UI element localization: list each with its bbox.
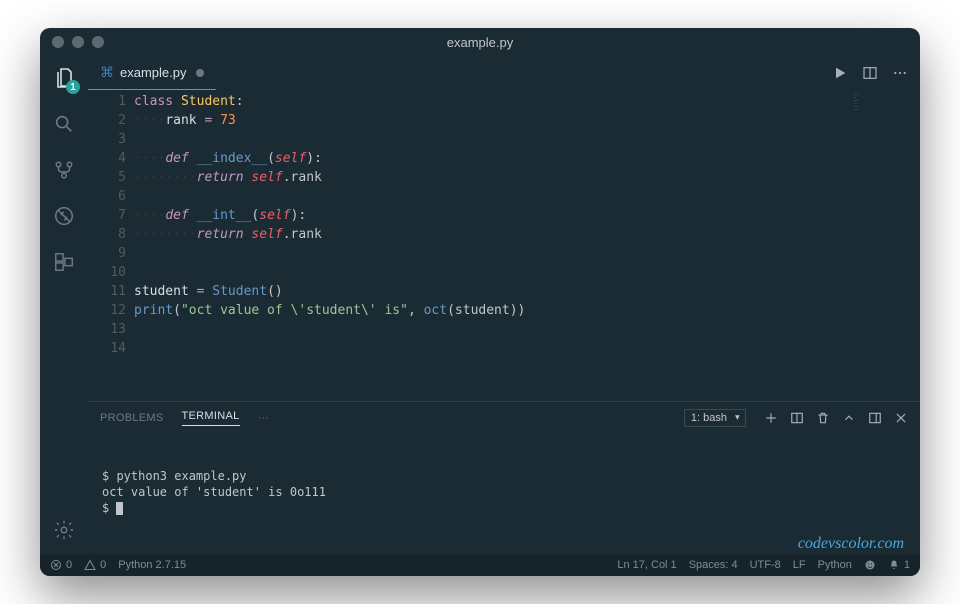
- status-encoding[interactable]: UTF-8: [750, 559, 781, 571]
- chevron-up-icon[interactable]: [842, 411, 856, 425]
- status-indentation[interactable]: Spaces: 4: [689, 559, 738, 571]
- status-feedback-icon[interactable]: [864, 559, 876, 571]
- minimap[interactable]: ▬▬▬▬▬▬▬▬▬▬▬▬▬▬▬▬▬▬▬▬▬▬▬▬: [854, 94, 914, 134]
- code-editor[interactable]: 1234567891011121314 class Student:····ra…: [88, 90, 920, 401]
- settings-gear-icon[interactable]: [50, 516, 78, 544]
- status-cursor-position[interactable]: Ln 17, Col 1: [617, 559, 676, 571]
- window-controls[interactable]: [52, 36, 104, 48]
- explorer-icon[interactable]: 1: [50, 64, 78, 92]
- terminal-selector[interactable]: 1: bash: [684, 409, 746, 427]
- python-file-icon: ⌘: [100, 64, 114, 81]
- watermark: codevscolor.com: [798, 536, 904, 552]
- status-warnings[interactable]: 0: [84, 559, 106, 571]
- activity-bar: 1: [40, 56, 88, 554]
- bottom-panel: PROBLEMS TERMINAL ··· 1: bash $: [88, 401, 920, 554]
- tab-example-py[interactable]: ⌘ example.py: [88, 56, 216, 90]
- run-icon[interactable]: [832, 65, 848, 81]
- search-icon[interactable]: [50, 110, 78, 138]
- status-notifications[interactable]: 1: [888, 559, 910, 571]
- minimize-dot[interactable]: [72, 36, 84, 48]
- tab-bar: ⌘ example.py: [88, 56, 920, 90]
- explorer-badge: 1: [66, 80, 80, 94]
- titlebar: example.py: [40, 28, 920, 56]
- split-editor-icon[interactable]: [862, 65, 878, 81]
- status-errors[interactable]: 0: [50, 559, 72, 571]
- more-actions-icon[interactable]: [892, 65, 908, 81]
- terminal-output[interactable]: $ python3 example.pyoct value of 'studen…: [88, 434, 920, 554]
- debug-icon[interactable]: [50, 202, 78, 230]
- window-title: example.py: [40, 35, 920, 50]
- close-dot[interactable]: [52, 36, 64, 48]
- extensions-icon[interactable]: [50, 248, 78, 276]
- new-terminal-icon[interactable]: [764, 411, 778, 425]
- split-terminal-icon[interactable]: [790, 411, 804, 425]
- status-python-version[interactable]: Python 2.7.15: [118, 559, 186, 571]
- kill-terminal-icon[interactable]: [816, 411, 830, 425]
- dirty-indicator-icon: [196, 69, 204, 77]
- status-eol[interactable]: LF: [793, 559, 806, 571]
- tab-problems[interactable]: PROBLEMS: [100, 412, 164, 424]
- code-content[interactable]: class Student:····rank = 73 ····def __in…: [134, 90, 920, 401]
- maximize-panel-icon[interactable]: [868, 411, 882, 425]
- close-panel-icon[interactable]: [894, 411, 908, 425]
- tab-terminal[interactable]: TERMINAL: [182, 410, 240, 426]
- status-language[interactable]: Python: [818, 559, 852, 571]
- tab-label: example.py: [120, 65, 186, 80]
- source-control-icon[interactable]: [50, 156, 78, 184]
- status-bar: 0 0 Python 2.7.15 Ln 17, Col 1 Spaces: 4…: [40, 554, 920, 576]
- line-numbers: 1234567891011121314: [88, 90, 134, 401]
- panel-more-icon[interactable]: ···: [258, 412, 269, 424]
- maximize-dot[interactable]: [92, 36, 104, 48]
